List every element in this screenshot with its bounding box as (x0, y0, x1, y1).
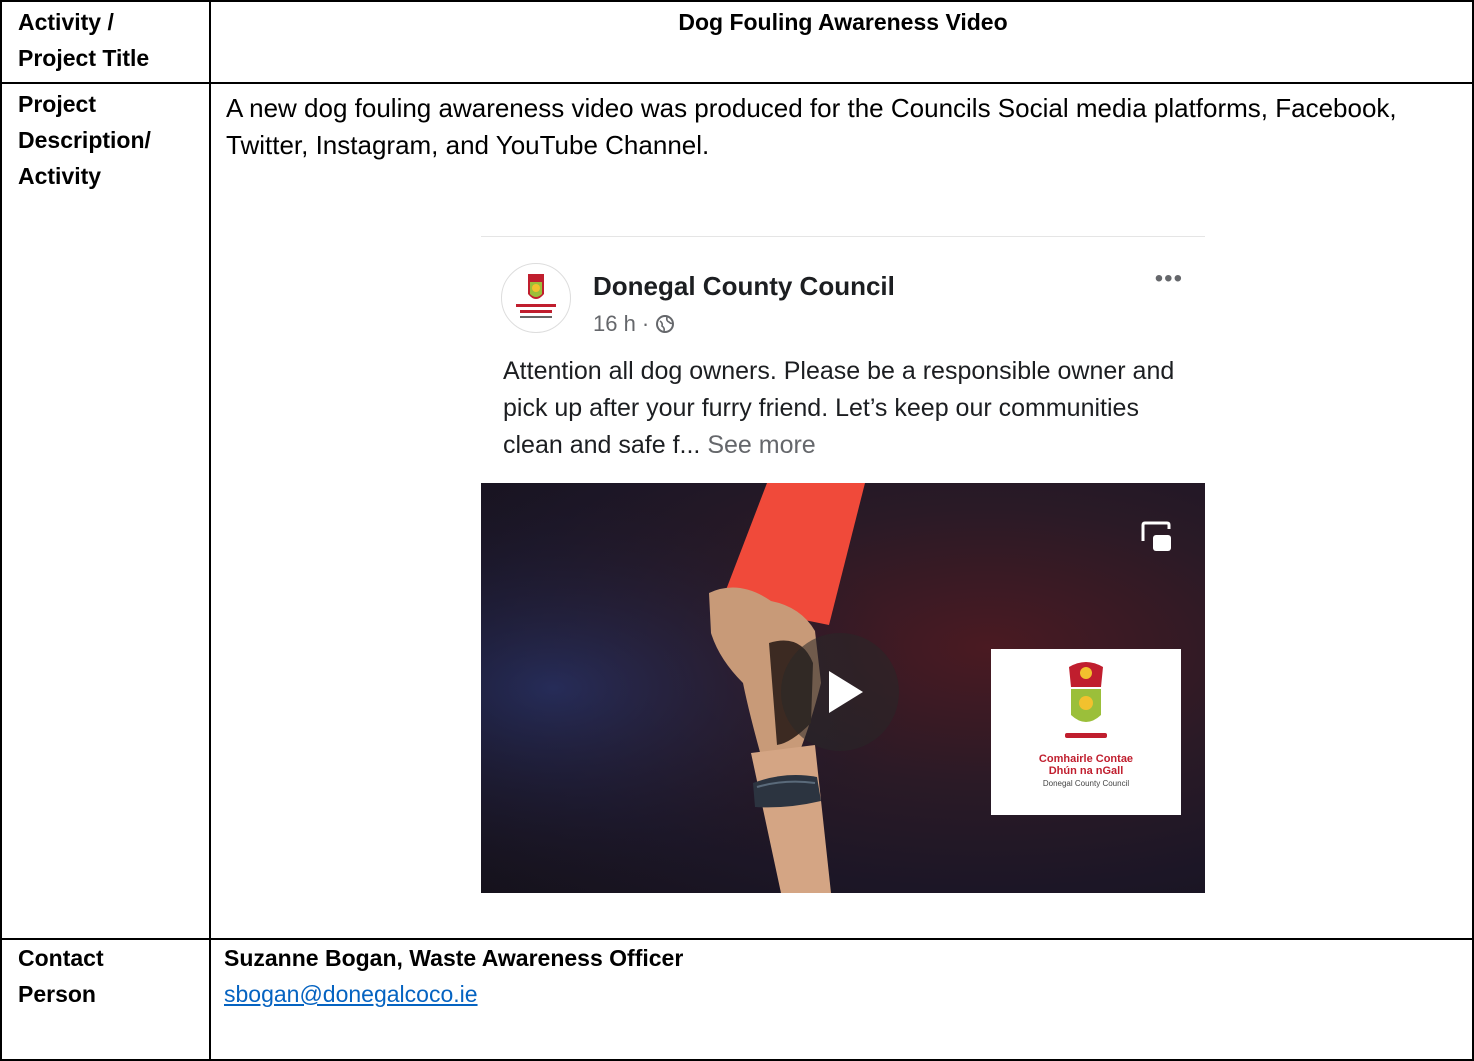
logo-line: Comhairle Contae (1038, 753, 1134, 765)
description-row-label: Project Description/ Activity (18, 86, 151, 194)
column-divider (209, 0, 211, 1061)
more-options-icon[interactable]: ••• (1155, 265, 1183, 293)
page-avatar[interactable] (501, 263, 571, 333)
label-line: Description/ (18, 127, 151, 153)
see-more-link[interactable]: See more (707, 431, 815, 459)
label-line: Contact (18, 945, 104, 971)
contact-name: Suzanne Bogan, Waste Awareness Officer (224, 945, 684, 971)
contact-row-label: Contact Person (18, 940, 104, 1012)
play-icon (829, 671, 863, 713)
post-meta: 16 h · (593, 311, 675, 337)
post-time[interactable]: 16 h · (593, 311, 649, 337)
post-body: Attention all dog owners. Please be a re… (503, 357, 1175, 459)
council-crest-icon (1065, 662, 1107, 738)
contact-email-link[interactable]: sbogan@donegalcoco.ie (224, 976, 478, 1012)
logo-text: Comhairle Contae Dhún na nGall (991, 753, 1181, 777)
label-line: Project Title (18, 45, 150, 71)
project-description: A new dog fouling awareness video was pr… (226, 93, 1397, 160)
council-logo-card: Comhairle Contae Dhún na nGall Donegal C… (991, 649, 1181, 815)
globe-icon (656, 315, 675, 333)
page-name[interactable]: Donegal County Council (593, 271, 895, 302)
label-line: Project (18, 91, 96, 117)
row-divider (0, 938, 1474, 940)
label-line: Activity (18, 163, 102, 189)
picture-in-picture-icon[interactable] (1137, 517, 1177, 562)
table-border-top (0, 0, 1474, 2)
play-button[interactable] (781, 633, 899, 751)
project-title: Dog Fouling Awareness Video (678, 9, 1008, 35)
project-table: Activity / Project Title Dog Fouling Awa… (0, 0, 1474, 1061)
video-player[interactable]: Comhairle Contae Dhún na nGall Donegal C… (481, 483, 1205, 893)
table-border-left (0, 0, 2, 1061)
title-row-label: Activity / Project Title (18, 4, 149, 76)
label-line: Person (18, 981, 96, 1007)
logo-line: Dhún na nGall (1048, 765, 1124, 777)
label-line: Activity / (18, 9, 114, 35)
row-divider (0, 82, 1474, 84)
council-crest-icon (516, 274, 556, 318)
logo-subtext: Donegal County Council (1042, 779, 1130, 788)
facebook-post: Donegal County Council 16 h · ••• Attent… (481, 236, 1205, 893)
post-text: Attention all dog owners. Please be a re… (503, 353, 1183, 464)
